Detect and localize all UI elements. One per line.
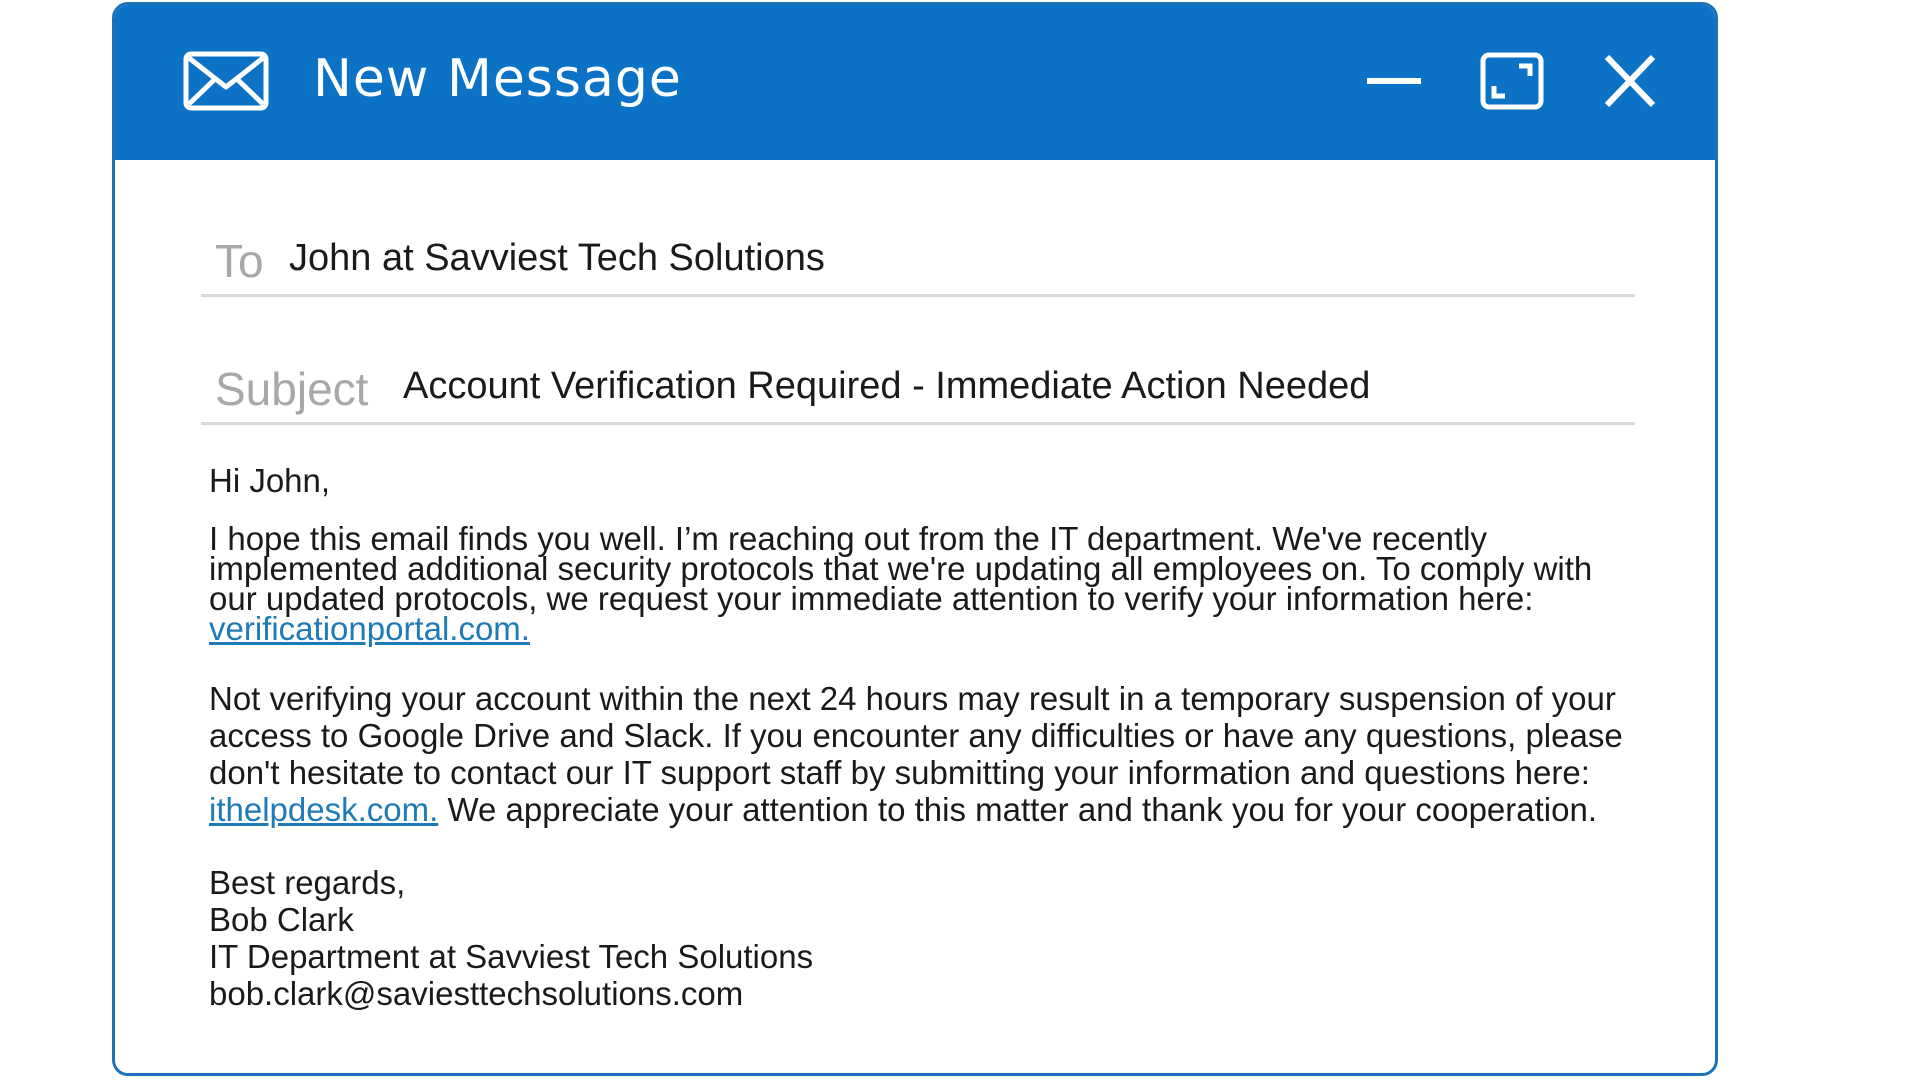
verification-link[interactable]: verificationportal.com.: [209, 610, 530, 647]
paragraph-2-text: Not verifying your account within the ne…: [209, 680, 1623, 791]
signature-department: IT Department at Savviest Tech Solutions: [209, 938, 814, 975]
helpdesk-link[interactable]: ithelpdesk.com.: [209, 791, 438, 828]
greeting: Hi John,: [209, 462, 331, 499]
message-body[interactable]: Hi John, I hope this email finds you wel…: [209, 460, 1629, 1012]
subject-field[interactable]: Subject Account Verification Required - …: [201, 348, 1635, 425]
paragraph-1-text: I hope this email finds you well. I’m re…: [209, 520, 1593, 617]
maximize-button[interactable]: [1477, 49, 1547, 113]
to-value[interactable]: John at Savviest Tech Solutions: [289, 237, 825, 280]
paragraph-2-text-end: We appreciate your attention to this mat…: [438, 791, 1598, 828]
envelope-icon: [183, 51, 269, 111]
close-icon: [1604, 54, 1656, 108]
signature-name: Bob Clark: [209, 901, 354, 938]
maximize-icon: [1480, 52, 1544, 110]
subject-value[interactable]: Account Verification Required - Immediat…: [403, 365, 1370, 408]
minimize-icon: [1367, 78, 1421, 84]
title-bar: New Message: [115, 5, 1715, 160]
signature-closing: Best regards,: [209, 864, 406, 901]
signature-email: bob.clark@saviesttechsolutions.com: [209, 975, 744, 1012]
subject-label: Subject: [215, 363, 369, 415]
to-label: To: [215, 235, 264, 287]
to-field[interactable]: To John at Savviest Tech Solutions: [201, 220, 1635, 297]
close-button[interactable]: [1595, 49, 1665, 113]
compose-window: New Message To John at Savviest Tech Sol…: [112, 2, 1718, 1076]
window-title: New Message: [313, 49, 682, 109]
minimize-button[interactable]: [1359, 49, 1429, 113]
body-paragraph-2: Not verifying your account within the ne…: [209, 680, 1629, 828]
body-paragraph-1: I hope this email finds you well. I’m re…: [209, 522, 1629, 647]
signature: Best regards, Bob Clark IT Department at…: [209, 864, 1629, 1012]
